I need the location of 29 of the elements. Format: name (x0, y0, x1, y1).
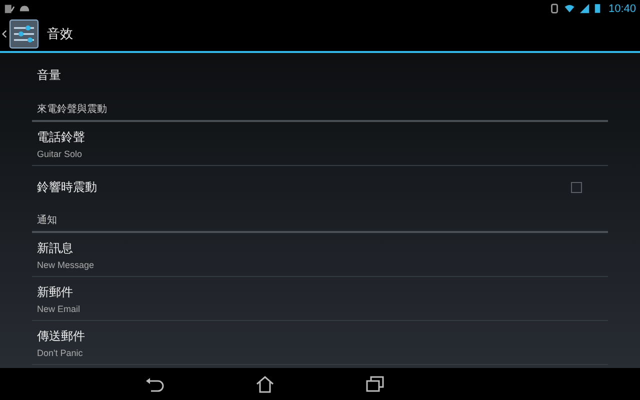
signal-icon (579, 3, 590, 14)
clock-time: 10:40 (608, 2, 636, 14)
item-summary: New Message (37, 260, 96, 270)
settings-item[interactable]: 傳送郵件 Don't Panic (32, 321, 608, 365)
chevron-left-icon (2, 29, 7, 39)
category-header: 通知 (32, 209, 608, 233)
home-icon[interactable] (255, 375, 275, 393)
item-summary: Guitar Solo (37, 148, 84, 158)
wifi-icon (564, 3, 576, 14)
item-title: 電話鈴聲 (37, 128, 86, 146)
item-title: 音量 (37, 67, 62, 84)
category-header: 來電鈴聲與震動 (32, 98, 608, 122)
settings-item[interactable]: 音量 (32, 53, 608, 98)
settings-item[interactable]: 鈴響時震動 (32, 166, 608, 209)
item-summary: New Email (37, 304, 82, 314)
item-title: 新訊息 (37, 240, 74, 256)
settings-item[interactable]: 電話鈴聲 Guitar Solo (32, 122, 608, 166)
notification-icon (4, 3, 15, 14)
back-icon[interactable] (145, 375, 165, 393)
battery-icon (594, 3, 602, 14)
item-title: 傳送郵件 (37, 328, 86, 344)
item-title: 鈴響時震動 (37, 179, 97, 196)
item-summary: Don't Panic (37, 348, 84, 358)
settings-item[interactable]: 新郵件 New Email (32, 277, 608, 321)
checkbox[interactable] (571, 182, 582, 193)
screen-title: 音效 (47, 26, 73, 43)
item-title: 新郵件 (37, 284, 74, 300)
settings-item[interactable]: 新訊息 New Message (32, 233, 608, 277)
recent-apps-icon[interactable] (365, 375, 385, 393)
